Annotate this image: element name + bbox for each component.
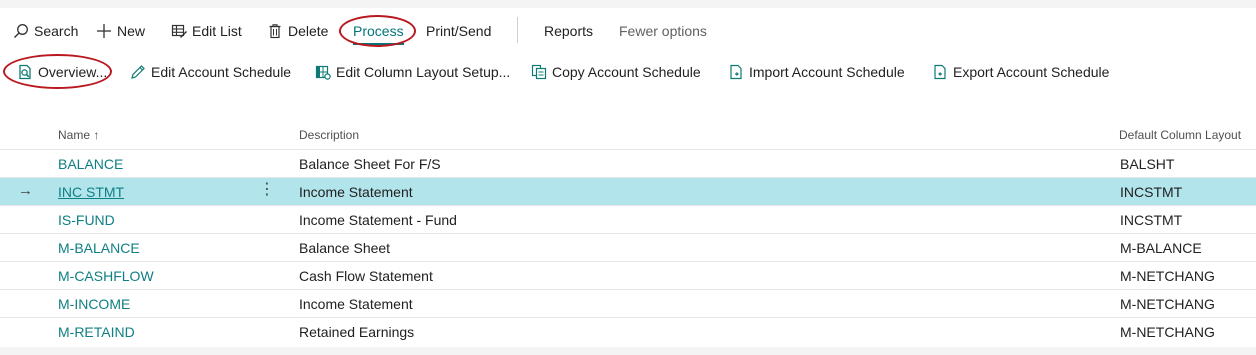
page: Search New Edit List Delete Process Prin… bbox=[0, 8, 1256, 347]
table-row[interactable]: M-INCOME Income Statement M-NETCHANG bbox=[0, 289, 1256, 317]
edit-column-layout-label: Edit Column Layout Setup... bbox=[336, 64, 511, 80]
row-name-link[interactable]: M-RETAIND bbox=[58, 324, 135, 340]
row-default-column-layout: M-BALANCE bbox=[1120, 240, 1202, 256]
row-default-column-layout: INCSTMT bbox=[1120, 212, 1183, 228]
edit-column-layout-button[interactable]: Edit Column Layout Setup... bbox=[314, 61, 510, 83]
edit-list-icon bbox=[170, 22, 188, 40]
row-description: Retained Earnings bbox=[299, 324, 415, 340]
row-default-column-layout: M-NETCHANG bbox=[1120, 268, 1215, 284]
row-default-column-layout: BALSHT bbox=[1120, 156, 1175, 172]
name-header-label: Name bbox=[58, 128, 91, 142]
overview-icon bbox=[16, 63, 34, 81]
overview-button[interactable]: Overview... bbox=[16, 61, 107, 83]
import-icon bbox=[727, 63, 745, 81]
column-layout-icon bbox=[314, 63, 332, 81]
row-description: Balance Sheet For F/S bbox=[299, 156, 441, 172]
import-account-schedule-label: Import Account Schedule bbox=[749, 64, 905, 80]
sort-ascending-icon: ↑ bbox=[93, 128, 100, 142]
process-tab-underline bbox=[353, 43, 404, 45]
edit-list-button[interactable]: Edit List bbox=[170, 20, 242, 42]
action-bar: Search New Edit List Delete Process Prin… bbox=[0, 8, 1256, 52]
row-actions-menu-icon[interactable]: ⋮ bbox=[259, 181, 275, 199]
row-description: Cash Flow Statement bbox=[299, 268, 433, 284]
row-name-link[interactable]: IS-FUND bbox=[58, 212, 115, 228]
process-label: Process bbox=[353, 23, 404, 39]
new-label: New bbox=[117, 23, 146, 39]
delete-label: Delete bbox=[288, 23, 329, 39]
copy-icon bbox=[530, 63, 548, 81]
process-tab[interactable]: Process bbox=[353, 20, 404, 45]
table-row[interactable]: M-BALANCE Balance Sheet M-BALANCE bbox=[0, 233, 1256, 261]
table-row[interactable]: IS-FUND Income Statement - Fund INCSTMT bbox=[0, 205, 1256, 233]
column-header-name[interactable]: Name ↑ bbox=[58, 128, 99, 142]
column-header-description[interactable]: Description bbox=[299, 128, 359, 142]
copy-account-schedule-button[interactable]: Copy Account Schedule bbox=[530, 61, 701, 83]
row-description: Income Statement - Fund bbox=[299, 212, 457, 228]
column-header-default-column-layout[interactable]: Default Column Layout bbox=[1119, 128, 1241, 142]
table-row-selected[interactable]: → INC STMT ⋮ Income Statement INCSTMT bbox=[0, 177, 1256, 205]
new-button[interactable]: New bbox=[95, 20, 145, 42]
export-account-schedule-label: Export Account Schedule bbox=[953, 64, 1110, 80]
trash-icon bbox=[266, 22, 284, 40]
toolbar-divider bbox=[517, 17, 518, 43]
reports-tab[interactable]: Reports bbox=[544, 20, 593, 42]
fewer-options-button[interactable]: Fewer options bbox=[619, 20, 707, 42]
row-default-column-layout: M-NETCHANG bbox=[1120, 296, 1215, 312]
row-default-column-layout: INCSTMT bbox=[1120, 184, 1183, 200]
edit-list-label: Edit List bbox=[192, 23, 242, 39]
search-icon bbox=[12, 22, 30, 40]
table-row[interactable]: M-CASHFLOW Cash Flow Statement M-NETCHAN… bbox=[0, 261, 1256, 289]
delete-button[interactable]: Delete bbox=[266, 20, 328, 42]
edit-account-schedule-label: Edit Account Schedule bbox=[151, 64, 292, 80]
row-name-link[interactable]: M-INCOME bbox=[58, 296, 130, 312]
row-default-column-layout: M-NETCHANG bbox=[1120, 324, 1215, 340]
plus-icon bbox=[95, 22, 113, 40]
grid-header: Name ↑ Description Default Column Layout bbox=[0, 120, 1256, 150]
print-send-tab[interactable]: Print/Send bbox=[426, 20, 491, 42]
edit-account-schedule-button[interactable]: Edit Account Schedule bbox=[129, 61, 291, 83]
row-description: Balance Sheet bbox=[299, 240, 391, 256]
row-name-link[interactable]: BALANCE bbox=[58, 156, 123, 172]
export-icon bbox=[931, 63, 949, 81]
row-description: Income Statement bbox=[299, 296, 413, 312]
row-name-link[interactable]: M-CASHFLOW bbox=[58, 268, 154, 284]
search-button[interactable]: Search bbox=[12, 20, 78, 42]
print-send-label: Print/Send bbox=[426, 23, 492, 39]
table-row[interactable]: M-RETAIND Retained Earnings M-NETCHANG bbox=[0, 317, 1256, 345]
row-name-link[interactable]: M-BALANCE bbox=[58, 240, 140, 256]
row-name-link[interactable]: INC STMT bbox=[58, 184, 124, 200]
row-description: Income Statement bbox=[299, 184, 413, 200]
fewer-options-label: Fewer options bbox=[619, 23, 707, 39]
copy-account-schedule-label: Copy Account Schedule bbox=[552, 64, 701, 80]
export-account-schedule-button[interactable]: Export Account Schedule bbox=[931, 61, 1109, 83]
pencil-icon bbox=[129, 63, 147, 81]
overview-label: Overview... bbox=[38, 64, 108, 80]
current-row-arrow-icon: → bbox=[18, 182, 33, 199]
reports-label: Reports bbox=[544, 23, 594, 39]
search-label: Search bbox=[34, 23, 79, 39]
table-row[interactable]: BALANCE Balance Sheet For F/S BALSHT bbox=[0, 149, 1256, 177]
import-account-schedule-button[interactable]: Import Account Schedule bbox=[727, 61, 905, 83]
